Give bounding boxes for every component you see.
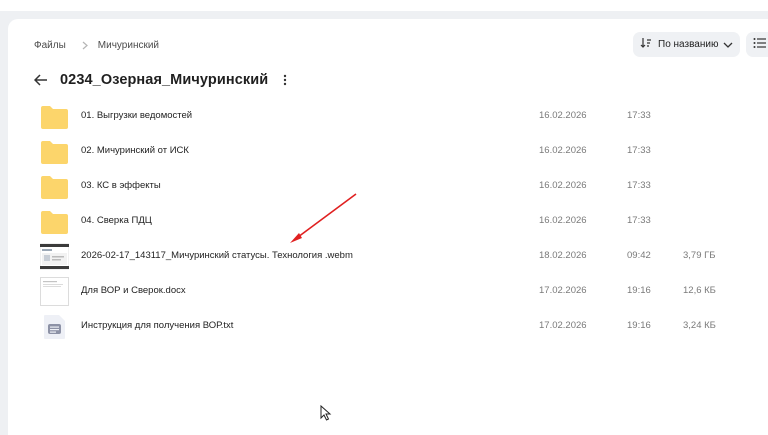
list-item[interactable]: 04. Сверка ПДЦ 16.02.2026 17:33 xyxy=(32,204,768,239)
list-item[interactable]: 01. Выгрузки ведомостей 16.02.2026 17:33 xyxy=(32,99,768,134)
view-mode-button[interactable] xyxy=(746,32,768,57)
file-date: 16.02.2026 xyxy=(539,215,587,226)
file-name: Для ВОР и Сверок.docx xyxy=(81,285,186,296)
file-time: 17:33 xyxy=(627,145,651,156)
breadcrumb-root[interactable]: Файлы xyxy=(34,40,66,51)
folder-icon xyxy=(40,102,69,131)
list-item[interactable]: 03. КС в эффекты 16.02.2026 17:33 xyxy=(32,169,768,204)
file-date: 17.02.2026 xyxy=(539,285,587,296)
top-bar xyxy=(0,0,768,11)
sort-dropdown[interactable]: По названию xyxy=(633,32,740,57)
file-time: 17:33 xyxy=(627,180,651,191)
file-name: Инструкция для получения ВОР.txt xyxy=(81,320,234,331)
video-thumb-icon xyxy=(39,242,70,271)
file-browser-panel: Файлы Мичуринский По названию 0234_Озерн… xyxy=(8,19,768,435)
breadcrumb: Файлы Мичуринский xyxy=(34,38,159,52)
list-view-icon xyxy=(753,36,767,54)
file-name: 03. КС в эффекты xyxy=(81,180,161,191)
chevron-right-icon xyxy=(82,41,88,50)
file-date: 17.02.2026 xyxy=(539,320,587,331)
file-time: 17:33 xyxy=(627,215,651,226)
mouse-cursor-icon xyxy=(320,405,332,421)
folder-header: 0234_Озерная_Мичуринский xyxy=(34,69,290,91)
file-name: 02. Мичуринский от ИСК xyxy=(81,145,189,156)
file-time: 17:33 xyxy=(627,110,651,121)
back-arrow-icon[interactable] xyxy=(34,72,50,88)
breadcrumb-current[interactable]: Мичуринский xyxy=(98,40,159,51)
sort-label: По названию xyxy=(658,39,719,50)
file-date: 16.02.2026 xyxy=(539,145,587,156)
file-name: 04. Сверка ПДЦ xyxy=(81,215,152,226)
file-name: 01. Выгрузки ведомостей xyxy=(81,110,193,121)
file-time: 19:16 xyxy=(627,285,651,296)
file-date: 18.02.2026 xyxy=(539,250,587,261)
txt-file-icon xyxy=(40,312,69,341)
list-item[interactable]: Инструкция для получения ВОР.txt 17.02.2… xyxy=(32,309,768,344)
file-size: 3,79 ГБ xyxy=(683,250,716,261)
doc-thumb-icon xyxy=(40,277,69,306)
folder-icon xyxy=(40,137,69,166)
file-date: 16.02.2026 xyxy=(539,110,587,121)
list-item[interactable]: 2026-02-17_143117_Мичуринский статусы. Т… xyxy=(32,239,768,274)
file-time: 09:42 xyxy=(627,250,651,261)
list-item[interactable]: Для ВОР и Сверок.docx 17.02.2026 19:16 1… xyxy=(32,274,768,309)
file-size: 12,6 КБ xyxy=(683,285,716,296)
sort-icon xyxy=(640,37,652,52)
red-arrow-annotation xyxy=(290,193,357,243)
page-title: 0234_Озерная_Мичуринский xyxy=(60,72,269,88)
list-item[interactable]: 02. Мичуринский от ИСК 16.02.2026 17:33 xyxy=(32,134,768,169)
file-size: 3,24 КБ xyxy=(683,320,716,331)
file-date: 16.02.2026 xyxy=(539,180,587,191)
file-name: 2026-02-17_143117_Мичуринский статусы. Т… xyxy=(81,250,353,261)
file-time: 19:16 xyxy=(627,320,651,331)
more-vertical-icon[interactable] xyxy=(280,72,290,88)
folder-icon xyxy=(40,172,69,201)
folder-icon xyxy=(40,207,69,236)
chevron-down-icon xyxy=(723,42,733,48)
